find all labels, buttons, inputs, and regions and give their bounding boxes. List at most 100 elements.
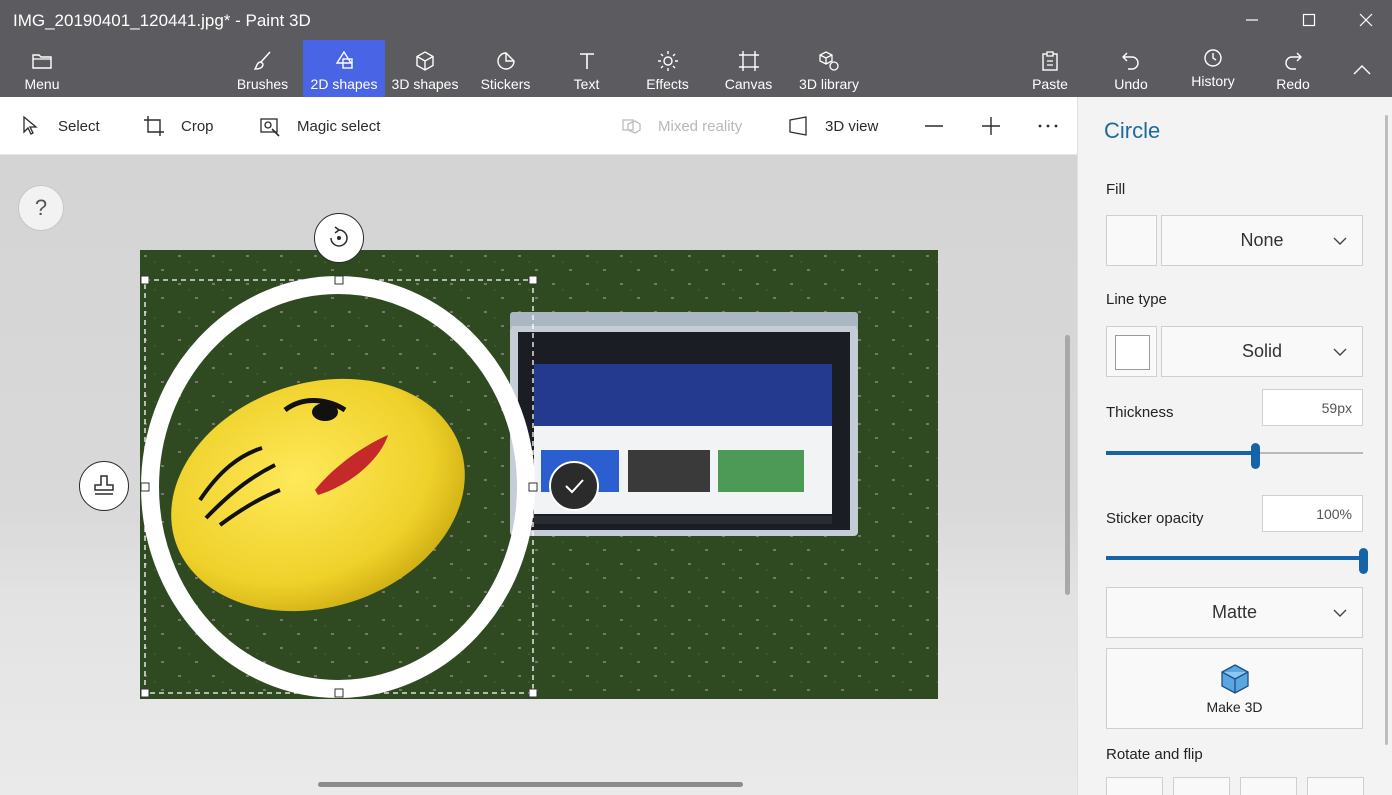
rotate-right-button[interactable] — [1173, 777, 1230, 795]
zoom-in-button[interactable] — [980, 97, 1002, 155]
sticker-icon — [496, 52, 515, 70]
history-button[interactable]: History — [1178, 40, 1248, 97]
text-icon — [579, 53, 594, 69]
crop-icon — [144, 116, 164, 136]
tab-label: 2D shapes — [310, 76, 378, 92]
panel-scrollbar[interactable] — [1385, 115, 1388, 745]
crop-button[interactable]: Crop — [143, 97, 214, 155]
workspace[interactable]: ? — [0, 155, 1077, 795]
mixed-reality-label: Mixed reality — [658, 117, 743, 135]
tab-3d-library[interactable]: 3D library — [789, 40, 869, 97]
tab-3d-shapes[interactable]: 3D shapes — [385, 40, 465, 97]
chevron-down-icon — [1333, 348, 1347, 356]
close-icon — [1359, 13, 1373, 27]
minus-icon — [925, 125, 943, 127]
menu-button[interactable]: Menu — [10, 40, 74, 97]
tab-2d-shapes[interactable]: 2D shapes — [303, 40, 385, 97]
close-button[interactable] — [1341, 6, 1391, 34]
magic-select-button[interactable]: Magic select — [259, 97, 380, 155]
checkmark-icon — [565, 479, 584, 494]
select-label: Select — [58, 117, 100, 135]
help-button[interactable]: ? — [18, 185, 64, 231]
canvas-image[interactable] — [140, 250, 938, 699]
tab-label: Canvas — [724, 76, 773, 92]
rotate-handle[interactable] — [314, 213, 364, 263]
more-options-button[interactable] — [1037, 97, 1059, 155]
select-button[interactable]: Select — [20, 97, 100, 155]
fill-color-swatch[interactable] — [1106, 215, 1157, 266]
thickness-slider[interactable] — [1106, 443, 1363, 469]
sun-icon — [657, 51, 678, 71]
cube-icon — [1220, 663, 1249, 694]
confirm-button[interactable] — [549, 461, 599, 511]
maximize-button[interactable] — [1284, 6, 1334, 34]
rotate-flip-label: Rotate and flip — [1106, 746, 1203, 763]
tab-label: 3D shapes — [391, 76, 459, 92]
fill-value: None — [1240, 230, 1284, 250]
tab-brushes[interactable]: Brushes — [222, 40, 303, 97]
tab-label: 3D library — [799, 76, 859, 92]
tab-effects[interactable]: Effects — [627, 40, 708, 97]
crop-label: Crop — [181, 117, 214, 135]
undo-button[interactable]: Undo — [1100, 40, 1162, 97]
folder-icon — [32, 54, 52, 69]
line-color-swatch[interactable] — [1106, 326, 1157, 377]
collapse-ribbon-button[interactable] — [1340, 40, 1384, 97]
sticker-opacity-slider[interactable] — [1106, 548, 1368, 574]
line-type-dropdown[interactable]: Solid — [1161, 326, 1363, 377]
thickness-input[interactable]: 59px — [1262, 389, 1363, 426]
clipboard-icon — [1042, 51, 1058, 71]
photo-illustration — [140, 250, 938, 699]
make-3d-button[interactable]: Make 3D — [1106, 648, 1363, 729]
mixed-reality-button[interactable]: Mixed reality — [620, 97, 742, 155]
tab-stickers[interactable]: Stickers — [465, 40, 546, 97]
fill-dropdown[interactable]: None — [1161, 215, 1363, 266]
make-3d-label: Make 3D — [1206, 698, 1263, 715]
tab-label: Brushes — [236, 76, 289, 92]
zoom-out-button[interactable] — [923, 97, 945, 155]
magic-select-label: Magic select — [297, 117, 381, 135]
vertical-scrollbar[interactable] — [1065, 335, 1070, 595]
undo-icon — [1122, 52, 1139, 70]
rotate-icon — [330, 226, 348, 247]
history-label: History — [1191, 73, 1235, 89]
shapes-2d-icon — [335, 50, 353, 69]
plus-icon — [982, 117, 1000, 135]
mixed-reality-icon — [622, 119, 641, 134]
finish-dropdown[interactable]: Matte — [1106, 587, 1363, 638]
minimize-icon — [1246, 19, 1258, 21]
history-icon — [1204, 49, 1222, 67]
window-title: IMG_20190401_120441.jpg* - Paint 3D — [13, 11, 311, 30]
redo-icon — [1285, 52, 1302, 70]
3d-view-button[interactable]: 3D view — [787, 97, 878, 155]
tab-label: Stickers — [480, 76, 531, 92]
menu-label: Menu — [24, 76, 60, 92]
shape-properties-panel: Circle Fill None Line type Solid Thickne… — [1077, 97, 1392, 795]
redo-button[interactable]: Redo — [1262, 40, 1324, 97]
rotate-left-button[interactable] — [1106, 777, 1163, 795]
library-icon — [819, 51, 839, 71]
line-type-value: Solid — [1241, 341, 1283, 361]
finish-value: Matte — [1211, 602, 1258, 622]
line-type-label: Line type — [1106, 291, 1167, 308]
horizontal-scrollbar[interactable] — [318, 782, 743, 787]
tab-canvas[interactable]: Canvas — [708, 40, 789, 97]
title-bar: IMG_20190401_120441.jpg* - Paint 3D Menu… — [0, 0, 1392, 97]
fill-label: Fill — [1106, 181, 1126, 198]
paste-label: Paste — [1032, 76, 1068, 92]
canvas-icon — [738, 51, 759, 71]
panel-title: Circle — [1104, 118, 1161, 143]
redo-label: Redo — [1276, 76, 1310, 92]
cursor-arrow-icon — [23, 115, 38, 135]
flip-vertical-button[interactable] — [1240, 777, 1297, 795]
paste-button[interactable]: Paste — [1019, 40, 1081, 97]
sticker-opacity-input[interactable]: 100% — [1262, 495, 1363, 532]
chevron-down-icon — [1333, 237, 1347, 245]
flip-horizontal-button[interactable] — [1307, 777, 1364, 795]
minimize-button[interactable] — [1227, 6, 1277, 34]
cube-icon — [416, 51, 434, 71]
magic-select-icon — [260, 118, 280, 137]
thickness-label: Thickness — [1106, 404, 1174, 421]
tab-text[interactable]: Text — [546, 40, 627, 97]
stamp-button[interactable] — [79, 461, 129, 511]
